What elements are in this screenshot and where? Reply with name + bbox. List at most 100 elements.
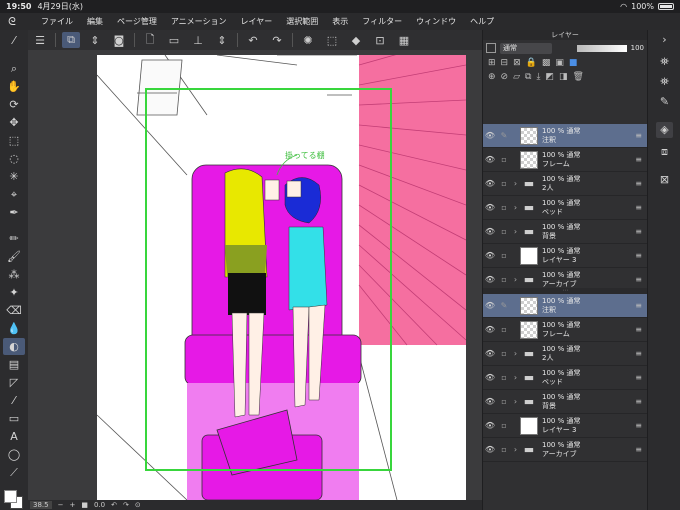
lock-icon[interactable]: 🔒 bbox=[526, 58, 537, 68]
lock-toggle-icon[interactable]: ▫ bbox=[497, 397, 511, 406]
layer-color-icon[interactable]: ■ bbox=[569, 58, 578, 68]
layer-row[interactable]: 👁 ▫ 100 % 通常 レイヤー 3 ≡ bbox=[483, 414, 648, 438]
layer-menu-icon[interactable]: ≡ bbox=[635, 445, 642, 454]
eye-icon[interactable]: 👁 bbox=[483, 397, 497, 406]
layer-menu-icon[interactable]: ≡ bbox=[635, 131, 642, 140]
save-icon[interactable]: ⊥ bbox=[189, 32, 207, 48]
new-raster-layer-icon[interactable]: ⊕ bbox=[488, 72, 496, 82]
eye-icon[interactable]: 👁 bbox=[483, 445, 497, 454]
chevron-right-icon[interactable]: › bbox=[511, 275, 520, 284]
eye-icon[interactable]: 👁 bbox=[483, 275, 497, 284]
layer-menu-icon[interactable]: ≡ bbox=[635, 179, 642, 188]
reference-icon[interactable]: ⊟ bbox=[501, 58, 509, 68]
companion-icon[interactable]: ◙ bbox=[110, 32, 128, 48]
hamburger-icon[interactable]: ☰ bbox=[31, 32, 49, 48]
layer-menu-icon[interactable]: ≡ bbox=[635, 227, 642, 236]
mask-icon[interactable]: ▣ bbox=[555, 58, 564, 68]
blend-icon[interactable]: 💧 bbox=[3, 320, 25, 337]
menu-file[interactable]: ファイル bbox=[34, 16, 80, 27]
menu-help[interactable]: ヘルプ bbox=[463, 16, 501, 27]
clip-icon[interactable]: ⊞ bbox=[488, 58, 496, 68]
sub-view-icon[interactable]: ⧉ bbox=[62, 32, 80, 48]
airbrush-icon[interactable]: ⁂ bbox=[3, 266, 25, 283]
redo-icon[interactable]: ↷ bbox=[268, 32, 286, 48]
lock-toggle-icon[interactable]: ▫ bbox=[497, 275, 511, 284]
eye-icon[interactable]: 👁 bbox=[483, 349, 497, 358]
layer-row[interactable]: 👁 ▫ › ▬ 100 % 通常 2人 ≡ bbox=[483, 342, 648, 366]
eye-icon[interactable]: 👁 bbox=[483, 227, 497, 236]
eye-icon[interactable]: 👁 bbox=[483, 373, 497, 382]
opacity-value[interactable]: 100 bbox=[631, 44, 644, 52]
zoom-icon[interactable]: ⌕ bbox=[3, 60, 25, 77]
trash-icon[interactable]: 🗑 bbox=[572, 72, 583, 82]
fit-icon[interactable]: ■ bbox=[81, 501, 88, 509]
menu-page[interactable]: ページ管理 bbox=[110, 16, 164, 27]
layer-row[interactable]: 👁 ▫ › ▬ 100 % 通常 ベッド ≡ bbox=[483, 196, 648, 220]
lasso-icon[interactable]: ◌ bbox=[3, 150, 25, 167]
navigator-icon[interactable]: ⊠ bbox=[656, 172, 673, 188]
layer-menu-icon[interactable]: ≡ bbox=[635, 349, 642, 358]
layer-menu-icon[interactable]: ≡ bbox=[635, 421, 642, 430]
layer-row[interactable]: 👁 ▫ 100 % 通常 フレーム ≡ bbox=[483, 318, 648, 342]
chevron-updown-icon[interactable]: ⇕ bbox=[86, 32, 104, 48]
merge-down-icon[interactable]: ⤓ bbox=[536, 72, 540, 82]
layer-row[interactable]: 👁 ▫ › ▬ 100 % 通常 アーカイブ ≡ bbox=[483, 438, 648, 462]
menu-selection[interactable]: 選択範囲 bbox=[279, 16, 325, 27]
menu-edit[interactable]: 編集 bbox=[80, 16, 110, 27]
zoom-value[interactable]: 38.5 bbox=[30, 501, 52, 509]
layer-row[interactable]: 👁 ▫ › ▬ 100 % 通常 背景 ≡ bbox=[483, 220, 648, 244]
eye-icon[interactable]: 👁 bbox=[483, 301, 497, 310]
zoom-out-icon[interactable]: − bbox=[58, 501, 64, 509]
eye-icon[interactable]: 👁 bbox=[483, 325, 497, 334]
reset-rotation-icon[interactable]: ⊙ bbox=[135, 501, 141, 509]
layer-row[interactable]: 👁 ▫ › ▬ 100 % 通常 ベッド ≡ bbox=[483, 366, 648, 390]
color-wheel-icon[interactable]: ⛯ bbox=[656, 74, 673, 90]
lock-toggle-icon[interactable]: ▫ bbox=[497, 445, 511, 454]
layer-menu-icon[interactable]: ≡ bbox=[635, 203, 642, 212]
draft-icon[interactable]: ⊠ bbox=[513, 58, 521, 68]
lock-toggle-icon[interactable]: ▫ bbox=[497, 349, 511, 358]
transform-icon[interactable]: ⊡ bbox=[371, 32, 389, 48]
lock-toggle-icon[interactable]: ▫ bbox=[497, 179, 511, 188]
menu-animation[interactable]: アニメーション bbox=[164, 16, 234, 27]
app-logo-icon[interactable]: ᘓ bbox=[4, 15, 20, 29]
gradient-icon[interactable]: ▤ bbox=[3, 356, 25, 373]
layer-row[interactable]: 👁 ▫ › ▬ 100 % 通常 背景 ≡ bbox=[483, 390, 648, 414]
layer-mask-icon[interactable]: ◩ bbox=[545, 72, 554, 82]
canvas-area[interactable]: 掛ってる棚 bbox=[28, 50, 482, 500]
layer-menu-icon[interactable]: ≡ bbox=[635, 251, 642, 260]
layer-menu-icon[interactable]: ≡ bbox=[635, 301, 642, 310]
tool-eyedropper-quick-icon[interactable]: ⁄ bbox=[3, 32, 25, 49]
layer-menu-icon[interactable]: ≡ bbox=[635, 155, 642, 164]
chevron-right-icon[interactable]: › bbox=[511, 203, 520, 212]
lock-toggle-icon[interactable]: ▫ bbox=[497, 373, 511, 382]
lock-toggle-icon[interactable]: ▫ bbox=[497, 325, 511, 334]
line-icon[interactable]: ⁄ bbox=[3, 392, 25, 409]
pencil-icon[interactable]: ✏ bbox=[3, 230, 25, 247]
brush-icon[interactable]: 🖌 bbox=[3, 248, 25, 265]
blend-mode-select[interactable]: 通常 bbox=[500, 42, 552, 54]
layer-menu-icon[interactable]: ≡ bbox=[635, 325, 642, 334]
new-vector-layer-icon[interactable]: ⊘ bbox=[501, 72, 509, 82]
eye-icon[interactable]: 👁 bbox=[483, 421, 497, 430]
menu-window[interactable]: ウィンドウ bbox=[409, 16, 463, 27]
layer-row[interactable]: 👁 ▫ 100 % 通常 レイヤー 3 ≡ bbox=[483, 244, 648, 268]
undo-icon[interactable]: ↶ bbox=[244, 32, 262, 48]
pen-icon[interactable]: ✒ bbox=[3, 204, 25, 221]
layer-row[interactable]: 👁 ✎ 100 % 通常 注釈 ≡ bbox=[483, 124, 648, 148]
eye-icon[interactable]: 👁 bbox=[483, 179, 497, 188]
rotate-right-icon[interactable]: ↷ bbox=[123, 501, 129, 509]
eraser-icon[interactable]: ⌫ bbox=[3, 302, 25, 319]
new-folder-icon[interactable]: ▱ bbox=[513, 72, 520, 82]
rectangle-select-icon[interactable]: ⬚ bbox=[3, 132, 25, 149]
figure-icon[interactable]: ◸ bbox=[3, 374, 25, 391]
lock-toggle-icon[interactable]: ▫ bbox=[497, 227, 511, 236]
copy-layer-icon[interactable]: ⧉ bbox=[525, 72, 531, 82]
zoom-in-icon[interactable]: + bbox=[69, 501, 75, 509]
magic-wand-icon[interactable]: ✳ bbox=[3, 168, 25, 185]
chevron-updown-icon[interactable]: ⇕ bbox=[213, 32, 231, 48]
pencil-icon[interactable]: ✎ bbox=[497, 131, 511, 140]
menu-layer[interactable]: レイヤー bbox=[234, 16, 280, 27]
eye-icon[interactable]: 👁 bbox=[483, 251, 497, 260]
layer-menu-icon[interactable]: ≡ bbox=[635, 373, 642, 382]
